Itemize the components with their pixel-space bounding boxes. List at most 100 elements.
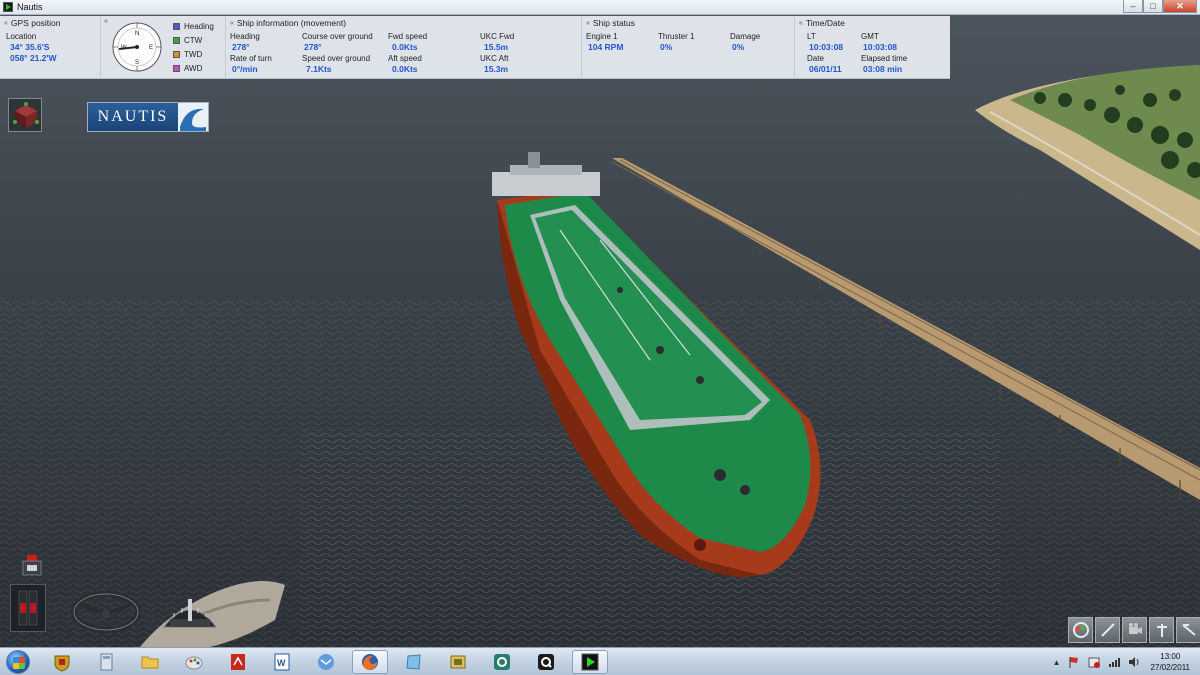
ship-info-panel: «Ship information (movement) Heading 278… bbox=[226, 16, 582, 79]
cube-icon bbox=[13, 102, 39, 128]
gmt-label: GMT bbox=[861, 32, 879, 41]
view-navigation-cube[interactable] bbox=[8, 98, 42, 132]
time-date-panel: «Time/Date LT 10:03:08 GMT 10:03:08 Date… bbox=[795, 16, 950, 79]
measure-button[interactable] bbox=[1095, 617, 1120, 643]
taskbar-app-firefox[interactable] bbox=[352, 649, 388, 674]
color-wheel-button[interactable] bbox=[1068, 617, 1093, 643]
longitude-value: 058° 21.2'W bbox=[10, 53, 57, 63]
cog-value: 278° bbox=[304, 42, 322, 52]
taskbar-app-nautis[interactable] bbox=[572, 649, 608, 674]
time-date-title: Time/Date bbox=[805, 18, 845, 28]
compass-rose-icon: N S W E bbox=[112, 22, 162, 72]
security-icon[interactable] bbox=[1087, 655, 1101, 669]
taskbar-app-pdf[interactable] bbox=[220, 650, 256, 674]
show-hidden-icons-icon[interactable]: ▲ bbox=[1053, 658, 1061, 667]
awd-swatch bbox=[173, 65, 180, 72]
volume-icon[interactable] bbox=[1127, 655, 1141, 669]
heading-label: Heading bbox=[230, 32, 260, 41]
ruler-icon bbox=[1100, 623, 1115, 637]
legend-label: CTW bbox=[184, 36, 203, 45]
quicktime-icon bbox=[538, 653, 554, 670]
taskbar-app-explorer[interactable] bbox=[132, 650, 168, 674]
window-titlebar: Nautis – □ ✕ bbox=[0, 0, 1200, 15]
ship-status-panel: «Ship status Engine 1 104 RPM Thruster 1… bbox=[582, 16, 795, 79]
gps-panel: «GPS position Location 34° 35.6'S 058° 2… bbox=[0, 16, 101, 79]
camera-button[interactable] bbox=[1122, 617, 1147, 643]
start-button[interactable] bbox=[0, 648, 36, 675]
svg-text:S: S bbox=[135, 60, 139, 66]
collapse-icon[interactable]: « bbox=[230, 20, 234, 27]
app-icon bbox=[3, 2, 13, 12]
lt-label: LT bbox=[807, 32, 816, 41]
taskbar-app-tool[interactable] bbox=[484, 650, 520, 674]
nautis-logo: NAUTIS bbox=[87, 102, 209, 132]
fwd-speed-label: Fwd speed bbox=[388, 32, 428, 41]
twd-swatch bbox=[173, 51, 180, 58]
crane-view-button[interactable] bbox=[1176, 617, 1200, 643]
engine-value: 104 RPM bbox=[588, 42, 624, 52]
collapse-icon[interactable]: « bbox=[4, 20, 8, 27]
taskbar-app-mail[interactable] bbox=[308, 650, 344, 674]
taskbar-app-quicktime[interactable] bbox=[528, 650, 564, 674]
harbor-scene bbox=[0, 0, 1200, 647]
ukc-aft-label: UKC Aft bbox=[480, 54, 509, 63]
notes-icon bbox=[406, 653, 421, 670]
sog-value: 7.1Kts bbox=[306, 64, 332, 74]
collapse-icon[interactable]: « bbox=[104, 18, 108, 25]
latitude-value: 34° 35.6'S bbox=[10, 42, 50, 52]
clock-date: 27/02/2011 bbox=[1150, 663, 1190, 672]
folder-icon bbox=[141, 656, 159, 668]
collapse-icon[interactable]: « bbox=[799, 20, 803, 27]
taskbar-clock[interactable]: 13:00 27/02/2011 bbox=[1151, 651, 1190, 673]
taskbar-app-notes[interactable] bbox=[396, 650, 432, 674]
legend-label: Heading bbox=[184, 22, 214, 31]
collapse-icon[interactable]: « bbox=[586, 20, 590, 27]
compass-panel: « N S W E Heading CTW TWD bbox=[101, 16, 226, 79]
cog-label: Course over ground bbox=[302, 32, 373, 41]
aft-speed-label: Aft speed bbox=[388, 54, 422, 63]
wave-icon bbox=[178, 103, 208, 131]
ship-info-title: Ship information (movement) bbox=[236, 18, 347, 28]
camera-icon bbox=[1128, 623, 1142, 634]
taskbar-app-word[interactable]: W bbox=[264, 650, 300, 674]
ukc-fwd-label: UKC Fwd bbox=[480, 32, 515, 41]
nautis-play-icon bbox=[581, 653, 599, 670]
logo-text: NAUTIS bbox=[88, 103, 178, 131]
windows-orb-icon bbox=[6, 649, 30, 674]
lt-value: 10:03:08 bbox=[809, 42, 844, 52]
heading-swatch bbox=[173, 23, 180, 30]
terminal-icon bbox=[450, 655, 466, 668]
heading-value: 278° bbox=[232, 42, 250, 52]
ukc-fwd-value: 15.5m bbox=[484, 42, 509, 52]
legend-twd: TWD bbox=[173, 50, 202, 59]
legend-label: AWD bbox=[184, 64, 203, 73]
minimize-button[interactable]: – bbox=[1123, 0, 1143, 13]
close-button[interactable]: ✕ bbox=[1163, 0, 1197, 13]
action-center-flag-icon[interactable] bbox=[1067, 655, 1081, 669]
fwd-speed-value: 0.0Kts bbox=[392, 42, 418, 52]
date-value: 06/01/11 bbox=[809, 64, 842, 74]
calculator-icon bbox=[100, 653, 113, 670]
steering-wheel-icon[interactable] bbox=[70, 590, 142, 634]
taskbar-app-paint[interactable] bbox=[176, 650, 212, 674]
taskbar-app-media[interactable] bbox=[44, 650, 80, 674]
engine-label: Engine 1 bbox=[586, 32, 618, 41]
throttle-lever-icon[interactable] bbox=[160, 593, 220, 633]
taskbar: W ▲ 13:00 27/02/2011 bbox=[0, 647, 1200, 675]
elapsed-value: 03:08 min bbox=[863, 64, 903, 74]
svg-text:E: E bbox=[149, 45, 153, 51]
network-signal-icon[interactable] bbox=[1107, 655, 1121, 669]
word-icon: W bbox=[274, 653, 290, 670]
engine-telegraph[interactable] bbox=[10, 584, 46, 632]
simulation-viewport[interactable] bbox=[0, 0, 1200, 647]
mast-view-button[interactable] bbox=[1149, 617, 1174, 643]
elapsed-label: Elapsed time bbox=[861, 54, 908, 63]
crane-icon bbox=[1181, 624, 1196, 636]
taskbar-app-calculator[interactable] bbox=[88, 650, 124, 674]
ctw-swatch bbox=[173, 37, 180, 44]
location-label: Location bbox=[6, 32, 37, 41]
rate-of-turn-label: Rate of turn bbox=[230, 54, 272, 63]
maximize-button[interactable]: □ bbox=[1143, 0, 1163, 13]
damage-value: 0% bbox=[732, 42, 745, 52]
taskbar-app-terminal[interactable] bbox=[440, 650, 476, 674]
